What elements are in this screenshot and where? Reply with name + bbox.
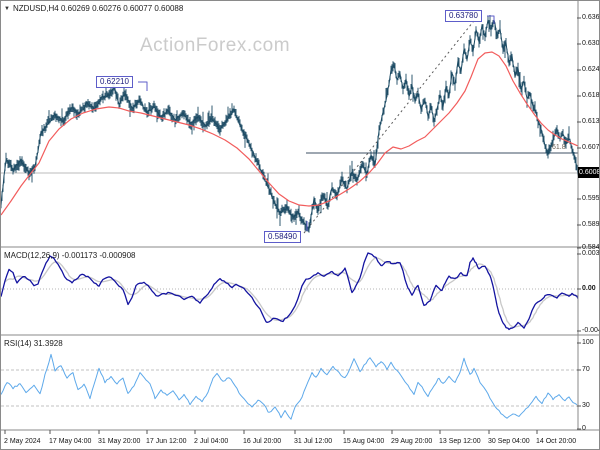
rsi-header: RSI(14) 31.3928 bbox=[4, 339, 63, 348]
rsi-line bbox=[1, 353, 578, 420]
price-axis-label: 0.62470 bbox=[582, 66, 600, 73]
time-axis-label: 15 Aug 04:00 bbox=[343, 438, 385, 445]
time-axis-label: 2 Jul 04:00 bbox=[194, 438, 229, 445]
macd-line bbox=[1, 252, 579, 331]
fib-618-label: 61.8 bbox=[552, 144, 566, 151]
price-axis-label: 0.63055 bbox=[582, 40, 600, 47]
chart-window: ActionForex.com ▼ NZDUSD,H4 0.60269 0.602… bbox=[0, 0, 600, 450]
rsi-axis-label: 0 bbox=[582, 425, 586, 432]
price-axis-label: 0.61885 bbox=[582, 92, 600, 99]
price-candles-path bbox=[1, 15, 579, 233]
price-axis-label: 0.60730 bbox=[582, 144, 600, 151]
swing-high1-connector bbox=[138, 81, 148, 91]
rsi-axis-label: 70 bbox=[582, 366, 590, 373]
symbol-ohlc-header: ▼ NZDUSD,H4 0.60269 0.60276 0.60077 0.600… bbox=[4, 4, 183, 13]
price-close-line bbox=[1, 19, 579, 231]
macd-axis-label: 0.00 bbox=[582, 285, 596, 292]
price-axis-label: 0.58990 bbox=[582, 221, 600, 228]
current-price-tag: 0.60088 bbox=[578, 167, 599, 178]
swing-high-label-0622[interactable]: 0.62210 bbox=[96, 76, 133, 88]
time-axis-label: 17 Jun 12:00 bbox=[146, 438, 187, 445]
price-axis-label: 0.59560 bbox=[582, 195, 600, 202]
time-axis-label: 30 Sep 04:00 bbox=[488, 438, 530, 445]
time-axis-label: 31 Jul 12:00 bbox=[294, 438, 333, 445]
ma-line bbox=[1, 51, 579, 216]
time-axis-label: 2 May 2024 bbox=[4, 438, 41, 445]
time-axis-label: 16 Jul 20:00 bbox=[243, 438, 282, 445]
time-axis-label: 14 Oct 20:00 bbox=[536, 438, 577, 445]
price-axis-label: 0.63640 bbox=[582, 14, 600, 21]
macd-axis-label: 0.003993 bbox=[582, 250, 600, 257]
symbol-ohlc-text: NZDUSD,H4 0.60269 0.60276 0.60077 0.6008… bbox=[12, 4, 184, 13]
time-axis-label: 29 Aug 20:00 bbox=[391, 438, 433, 445]
rsi-axis-label: 100 bbox=[582, 339, 594, 346]
macd-signal-line bbox=[4, 257, 579, 328]
time-axis-label: 17 May 04:00 bbox=[49, 438, 92, 445]
symbol-dropdown-icon[interactable]: ▼ bbox=[4, 6, 10, 12]
time-axis-label: 31 May 20:00 bbox=[98, 438, 141, 445]
macd-header: MACD(12,26,9) -0.001173 -0.000908 bbox=[4, 251, 136, 260]
swing-high-label-0637[interactable]: 0.63780 bbox=[445, 10, 482, 22]
time-axis-label: 13 Sep 12:00 bbox=[439, 438, 481, 445]
price-axis-label: 0.61315 bbox=[582, 118, 600, 125]
macd-axis-label: -0.004406 bbox=[582, 327, 599, 334]
swing-low-label-0584[interactable]: 0.58490 bbox=[264, 231, 301, 243]
chart-canvas[interactable] bbox=[1, 1, 600, 450]
rsi-axis-label: 30 bbox=[582, 402, 590, 409]
